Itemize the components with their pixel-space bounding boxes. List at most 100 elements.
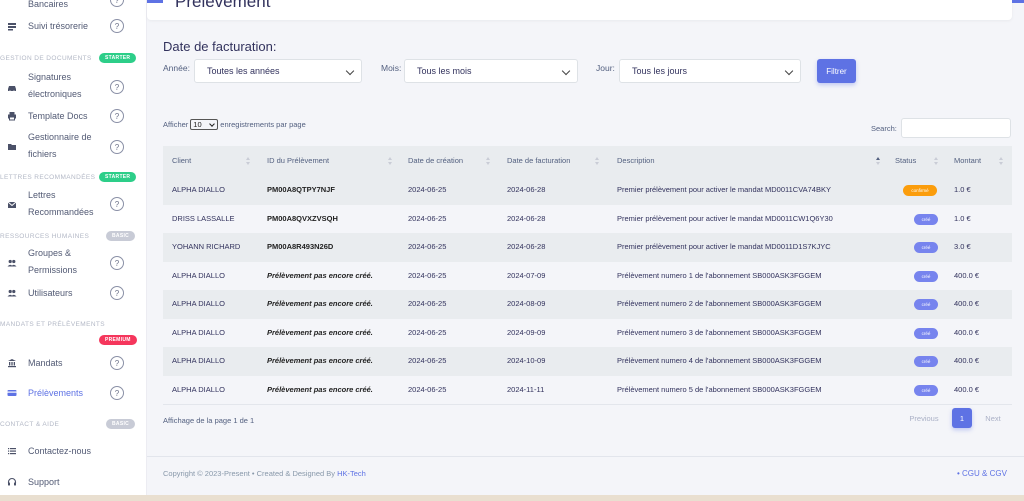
month-select[interactable]: Tous les mois [404, 59, 578, 83]
premium-badge: PREMIUM [99, 335, 137, 345]
year-select-value: Toutes les années [207, 66, 280, 76]
created-cell: 2024-06-25 [408, 299, 447, 308]
sort-icon[interactable] [934, 157, 939, 165]
day-select[interactable]: Tous les jours [619, 59, 801, 83]
column-header-status[interactable]: Status [895, 146, 916, 176]
sidebar-item-label: Permissions [28, 265, 78, 275]
amount-cell: 1.0 € [954, 185, 971, 194]
entries-select[interactable]: 10 [190, 119, 219, 130]
billing-cell: 2024-09-09 [507, 327, 546, 337]
help-icon[interactable]: ? [110, 197, 124, 211]
column-header-id[interactable]: ID du Prélèvement [267, 146, 329, 176]
help-icon[interactable]: ? [110, 80, 124, 94]
sort-icon[interactable] [595, 157, 600, 165]
sidebar-item-signatures[interactable]: Signatures électroniques ? [0, 69, 146, 103]
sort-icon[interactable] [246, 157, 251, 165]
sidebar-item-lettres-recommandees[interactable]: Lettres Recommandées ? [0, 187, 146, 221]
search-input[interactable] [901, 118, 1011, 138]
sidebar-item-label: Lettres [28, 190, 56, 200]
sidebar-item-bancaires[interactable]: Bancaires ? [0, 0, 146, 13]
description-cell: Prélèvement numero 2 de l'abonnement SB0… [617, 299, 822, 308]
sort-icon[interactable] [999, 157, 1004, 165]
filter-button[interactable]: Filtrer [817, 59, 856, 83]
table-row: ALPHA DIALLO Prélèvement pas encore créé… [163, 376, 1012, 405]
month-label: Mois: [381, 63, 402, 73]
section-title-gestion-documents: GESTION DE DOCUMENTS [0, 55, 92, 62]
status-badge: créé [914, 213, 938, 225]
next-button[interactable]: Next [978, 408, 1008, 428]
accent-line [147, 0, 163, 3]
id-cell: PM00A8QVXZVSQH [267, 213, 338, 223]
client-cell: ALPHA DIALLO [172, 299, 225, 308]
entries-select-value: 10 [193, 120, 202, 129]
sidebar-item-mandats[interactable]: Mandats ? [0, 354, 146, 372]
year-label: Année: [163, 63, 190, 73]
sidebar-item-label: Support [28, 476, 60, 487]
sidebar-item-label: Signatures [28, 72, 72, 82]
table-row: YOHANN RICHARD PM00A8R493N26D 2024-06-25… [163, 233, 1012, 262]
sort-icon[interactable] [388, 157, 393, 165]
page-header: Prélèvement [147, 0, 1012, 20]
help-icon[interactable]: ? [110, 19, 124, 33]
table-row: ALPHA DIALLO Prélèvement pas encore créé… [163, 319, 1012, 348]
column-header-montant[interactable]: Montant [954, 146, 981, 176]
sort-icon[interactable] [486, 157, 491, 165]
chevron-down-icon [784, 66, 794, 76]
id-cell: PM00A8QTPY7NJF [267, 185, 335, 194]
created-cell: 2024-06-25 [408, 356, 447, 365]
cgu-link[interactable]: • CGU & CGV [957, 469, 1007, 478]
section-title-mandats-prelevements: MANDATS ET PRÉLÈVEMENTS [0, 321, 106, 328]
client-cell: ALPHA DIALLO [172, 270, 225, 280]
table-row: ALPHA DIALLO PM00A8QTPY7NJF 2024-06-25 2… [163, 176, 1012, 205]
status-badge: créé [914, 242, 938, 253]
show-entries-suffix: enregistrements par page [220, 120, 306, 129]
year-select[interactable]: Toutes les années [194, 59, 362, 83]
sidebar-item-prelevements[interactable]: Prélèvements ? [0, 384, 146, 402]
help-icon[interactable]: ? [110, 386, 124, 400]
page-button-1[interactable]: 1 [952, 408, 972, 428]
sidebar-item-groupes-permissions[interactable]: Groupes & Permissions ? [0, 245, 146, 279]
starter-badge: STARTER [99, 53, 137, 63]
search-label: Search: [871, 124, 897, 133]
sidebar-item-contactez-nous[interactable]: Contactez-nous [0, 442, 146, 460]
column-header-description[interactable]: Description [617, 146, 655, 176]
billing-cell: 2024-07-09 [507, 270, 546, 280]
users-icon [7, 288, 17, 298]
column-header-created[interactable]: Date de création [408, 146, 463, 176]
client-cell: YOHANN RICHARD [172, 242, 241, 251]
description-cell: Prélèvement numero 5 de l'abonnement SB0… [617, 384, 822, 394]
column-header-billing[interactable]: Date de facturation [507, 146, 570, 176]
sidebar-item-gestionnaire-fichiers[interactable]: Gestionnaire de fichiers ? [0, 129, 146, 163]
description-cell: Premier prélèvement pour activer le mand… [617, 213, 833, 223]
help-icon[interactable]: ? [110, 109, 124, 123]
day-label: Jour: [596, 63, 615, 73]
column-header-client[interactable]: Client [172, 146, 191, 176]
sidebar-item-support[interactable]: Support [0, 473, 146, 491]
billing-cell: 2024-11-11 [507, 384, 545, 394]
sidebar-item-template-docs[interactable]: Template Docs ? [0, 107, 146, 125]
sidebar-item-label: Recommandées [28, 207, 94, 217]
chevron-down-icon [561, 66, 571, 76]
corner-accent [1012, 0, 1024, 3]
help-icon[interactable]: ? [110, 286, 124, 300]
id-cell: Prélèvement pas encore créé. [267, 356, 373, 365]
sidebar-item-suivi-tresorerie[interactable]: Suivi trésorerie ? [0, 17, 146, 35]
description-cell: Prélèvement numero 4 de l'abonnement SB0… [617, 356, 822, 365]
help-icon[interactable]: ? [110, 0, 124, 7]
chevron-down-icon [345, 66, 355, 76]
amount-cell: 400.0 € [954, 356, 980, 365]
starter-badge: STARTER [99, 172, 137, 182]
help-icon[interactable]: ? [110, 256, 124, 270]
previous-button[interactable]: Previous [902, 408, 946, 428]
help-icon[interactable]: ? [110, 140, 124, 154]
table-row: ALPHA DIALLO Prélèvement pas encore créé… [163, 347, 1012, 376]
filter-title: Date de facturation: [163, 39, 277, 54]
footer-divider [147, 456, 1024, 457]
users-icon [7, 258, 17, 268]
brand-link[interactable]: HK-Tech [337, 469, 366, 478]
sort-icon[interactable] [876, 157, 881, 165]
sidebar-item-utilisateurs[interactable]: Utilisateurs ? [0, 284, 146, 302]
sidebar-item-label: électroniques [28, 89, 82, 99]
id-cell: Prélèvement pas encore créé. [267, 299, 373, 308]
help-icon[interactable]: ? [110, 356, 124, 370]
